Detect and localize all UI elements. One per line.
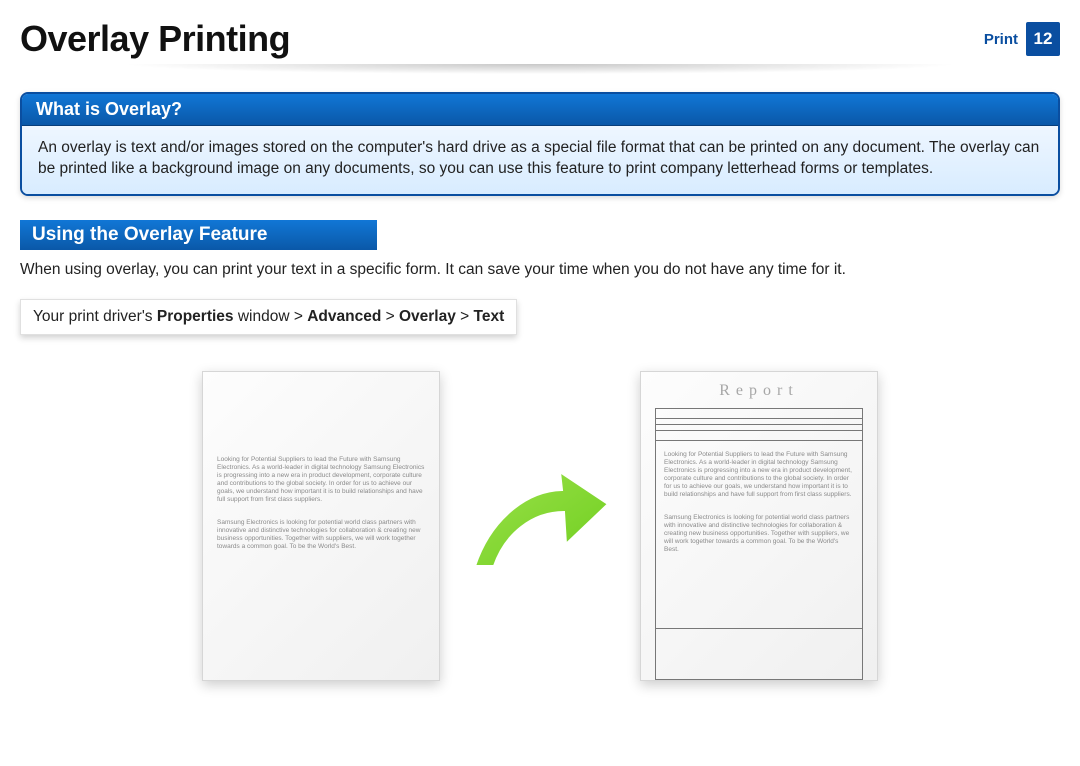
sample-paragraph: Looking for Potential Suppliers to lead … bbox=[217, 456, 425, 505]
navigation-path: Your print driver's Properties window > … bbox=[20, 299, 517, 335]
page-title: Overlay Printing bbox=[20, 18, 290, 60]
path-segment-bold: Text bbox=[474, 308, 505, 325]
sample-paragraph: Samsung Electronics is looking for poten… bbox=[217, 519, 425, 552]
page-header: Overlay Printing Print 12 bbox=[20, 18, 1060, 60]
body-text: When using overlay, you can print your t… bbox=[20, 260, 1060, 281]
sample-text-block: Looking for Potential Suppliers to lead … bbox=[664, 451, 854, 554]
section-label: Print bbox=[984, 31, 1018, 48]
path-segment-bold: Properties bbox=[157, 308, 234, 325]
table-row bbox=[656, 409, 862, 419]
info-box: What is Overlay? An overlay is text and/… bbox=[20, 92, 1060, 196]
arrow-icon bbox=[470, 466, 610, 586]
info-box-heading: What is Overlay? bbox=[22, 94, 1058, 126]
path-segment-bold: Overlay bbox=[399, 308, 456, 325]
path-segment: window > bbox=[234, 308, 308, 325]
header-shadow bbox=[0, 64, 1080, 82]
path-segment: Your print driver's bbox=[33, 308, 157, 325]
sample-paragraph: Samsung Electronics is looking for poten… bbox=[664, 514, 854, 555]
document-page: Overlay Printing Print 12 What is Overla… bbox=[0, 0, 1080, 766]
table-row bbox=[656, 431, 862, 441]
path-segment: > bbox=[381, 308, 399, 325]
overlay-illustration: Looking for Potential Suppliers to lead … bbox=[20, 371, 1060, 681]
document-after: Report Looking for Potential Suppliers t… bbox=[640, 371, 878, 681]
table-body: Looking for Potential Suppliers to lead … bbox=[656, 441, 862, 629]
info-box-body: An overlay is text and/or images stored … bbox=[22, 126, 1058, 194]
header-right: Print 12 bbox=[984, 22, 1060, 56]
path-segment-bold: Advanced bbox=[307, 308, 381, 325]
table-footer bbox=[656, 629, 862, 679]
document-before: Looking for Potential Suppliers to lead … bbox=[202, 371, 440, 681]
section-heading: Using the Overlay Feature bbox=[20, 220, 377, 250]
report-form: Looking for Potential Suppliers to lead … bbox=[655, 408, 863, 680]
sample-text-block: Looking for Potential Suppliers to lead … bbox=[217, 456, 425, 551]
report-title: Report bbox=[655, 382, 863, 400]
page-number-badge: 12 bbox=[1026, 22, 1060, 56]
sample-paragraph: Looking for Potential Suppliers to lead … bbox=[664, 451, 854, 500]
path-segment: > bbox=[456, 308, 474, 325]
